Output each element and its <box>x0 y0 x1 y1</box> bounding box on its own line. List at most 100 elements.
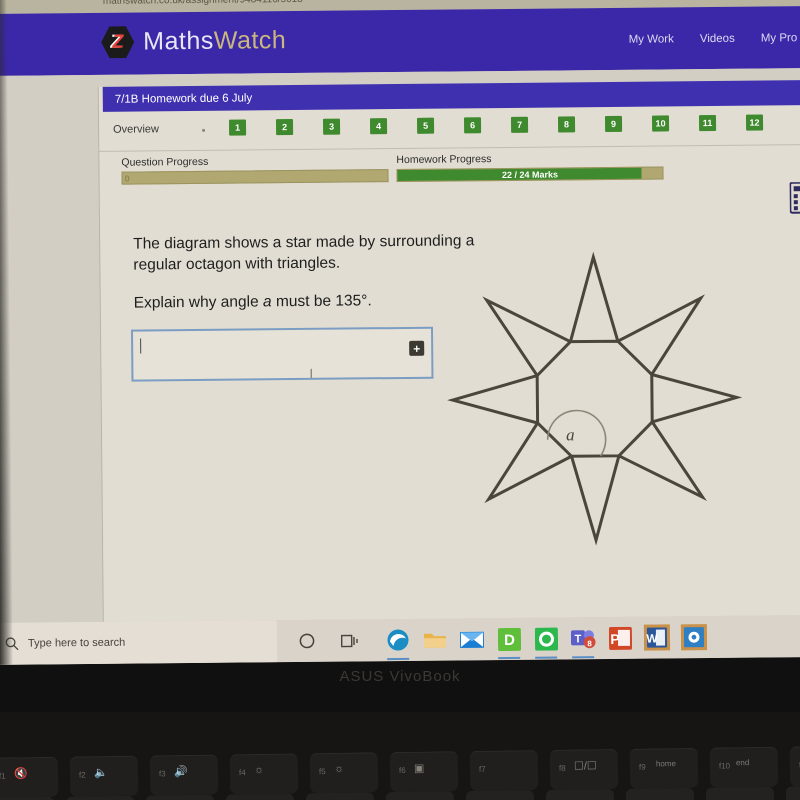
prompt-variable: a <box>262 293 272 311</box>
tab-question-1[interactable]: 1 <box>228 119 247 136</box>
answer-input[interactable]: I + <box>130 326 434 382</box>
tab-question-5[interactable]: 5 <box>416 117 435 134</box>
key-f4-label: f4 <box>238 768 246 778</box>
homework-progress-label: Homework Progress <box>396 153 492 167</box>
site-header: Z MathsWatch My Work Videos My Pro <box>0 6 800 76</box>
key-row2-10[interactable] <box>705 786 775 800</box>
key-f8-label: f8 <box>558 763 566 773</box>
tab-overview[interactable]: Overview <box>113 123 159 135</box>
key-f8[interactable]: f8 ☐/☐ <box>549 748 619 790</box>
brightness-up-icon: ☼ <box>333 762 345 775</box>
key-f6-label: f6 <box>398 765 406 776</box>
taskbar-apps: D T 8 P W <box>385 624 708 653</box>
tab-question-10[interactable]: 10 <box>651 115 670 132</box>
tab-question-6[interactable]: 6 <box>463 117 482 134</box>
tab-question-7[interactable]: 7 <box>510 116 529 133</box>
search-icon <box>5 637 19 651</box>
key-f3[interactable]: f3 🔊 <box>149 754 219 796</box>
windows-taskbar: Type here to search D T 8 P W <box>0 615 800 665</box>
nav-item-my-progress[interactable]: My Pro <box>761 32 798 44</box>
tab-separator-dot <box>202 128 206 132</box>
key-row2-6[interactable] <box>385 791 455 800</box>
key-row2-9[interactable] <box>625 787 695 800</box>
search-placeholder: Type here to search <box>27 636 126 650</box>
homework-progress-bar: 22 / 24 Marks <box>396 166 664 183</box>
angle-arc <box>546 409 607 457</box>
laptop-screen: mathswatch.co.uk/assignment/9484116/5018… <box>0 0 800 665</box>
brightness-down-icon: ☼ <box>253 763 265 777</box>
nav-item-my-work[interactable]: My Work <box>629 33 674 45</box>
tab-question-12[interactable]: 12 <box>745 114 764 131</box>
key-row2-3[interactable] <box>145 794 215 800</box>
question-progress-bar: 0 <box>121 169 389 185</box>
key-row2-4[interactable] <box>225 793 295 800</box>
octagon-star-diagram: a <box>438 246 761 564</box>
key-f3-label: f3 <box>158 769 166 779</box>
key-f9-label: f9 <box>638 762 646 772</box>
key-f7-label: f7 <box>478 764 486 774</box>
prompt-pre: Explain why angle <box>133 293 264 312</box>
key-f11[interactable]: f11 <box>789 745 800 787</box>
edge-icon[interactable] <box>385 627 411 653</box>
teams-icon[interactable]: T 8 <box>570 625 596 651</box>
text-caret <box>140 338 142 354</box>
assignment-card: 7/1B Homework due 6 July Overview 1 2 3 … <box>97 80 800 622</box>
add-attachment-button[interactable]: + <box>409 340 425 356</box>
tab-question-11[interactable]: 11 <box>698 114 717 132</box>
key-f7[interactable]: f7 <box>469 750 539 792</box>
key-f10[interactable]: f10 end <box>709 746 779 788</box>
key-f2-label: f2 <box>78 770 86 780</box>
tab-question-9[interactable]: 9 <box>604 115 623 133</box>
key-f9[interactable]: f9 home <box>629 747 699 789</box>
key-f1[interactable]: f1 🔇 <box>0 756 59 798</box>
key-row2-8[interactable] <box>545 789 615 800</box>
mouse-ibeam-cursor: I <box>309 365 314 381</box>
svg-text:D: D <box>503 631 514 648</box>
file-explorer-icon[interactable] <box>422 627 448 653</box>
site-logo[interactable]: Z MathsWatch <box>101 24 286 59</box>
search-box[interactable]: Type here to search <box>0 620 278 665</box>
key-end-label: end <box>735 758 750 768</box>
svg-text:T: T <box>574 633 581 645</box>
main-nav: My Work Videos My Pro <box>629 32 798 46</box>
page-body: 7/1B Homework due 6 July Overview 1 2 3 … <box>0 68 800 623</box>
tab-question-4[interactable]: 4 <box>369 118 388 135</box>
media-icon[interactable] <box>680 624 708 651</box>
key-row2-2[interactable] <box>65 795 135 800</box>
svg-text:8: 8 <box>587 639 592 648</box>
key-f2[interactable]: f2 🔈 <box>69 755 139 797</box>
zigzag-icon: Z <box>101 26 134 59</box>
key-f6[interactable]: f6 ▣ <box>389 751 459 793</box>
logo-text-watch: Watch <box>213 26 287 55</box>
logo-text-maths: Maths <box>143 26 214 56</box>
cortana-circle-icon[interactable] <box>299 633 315 649</box>
prompt-post: must be 135°. <box>271 292 372 311</box>
duo-icon[interactable]: D <box>496 626 522 652</box>
tab-question-2[interactable]: 2 <box>275 119 294 136</box>
word-icon[interactable]: W <box>643 624 671 651</box>
touchpad-toggle-icon: ▣ <box>413 762 425 775</box>
mute-icon: 🔇 <box>13 768 28 781</box>
assignment-title: 7/1B Homework due 6 July <box>114 91 253 106</box>
task-view-icon[interactable] <box>340 633 359 648</box>
mail-icon[interactable] <box>459 626 485 652</box>
question-progress: Question Progress 0 <box>121 154 389 185</box>
calculator-allowed-icon <box>789 181 800 219</box>
svg-text:W: W <box>646 632 658 646</box>
key-f5-label: f5 <box>318 767 326 777</box>
key-f10-label: f10 <box>718 761 731 771</box>
tab-question-3[interactable]: 3 <box>322 118 341 135</box>
volume-down-icon: 🔈 <box>93 767 108 780</box>
laptop-brand: ASUS VivoBook <box>339 668 461 685</box>
nav-item-videos[interactable]: Videos <box>700 33 735 45</box>
outlook-icon[interactable] <box>533 625 559 651</box>
logo-wordmark: MathsWatch <box>143 26 286 56</box>
key-f4[interactable]: f4 ☼ <box>229 753 299 795</box>
assignment-title-bar: 7/1B Homework due 6 July <box>102 80 800 112</box>
key-row2-7[interactable] <box>465 790 535 800</box>
powerpoint-icon[interactable]: P <box>607 625 633 651</box>
key-row2-5[interactable] <box>305 792 375 800</box>
tab-question-8[interactable]: 8 <box>557 116 576 133</box>
key-f5[interactable]: f5 ☼ <box>309 752 379 794</box>
key-row2-11[interactable] <box>785 785 800 800</box>
